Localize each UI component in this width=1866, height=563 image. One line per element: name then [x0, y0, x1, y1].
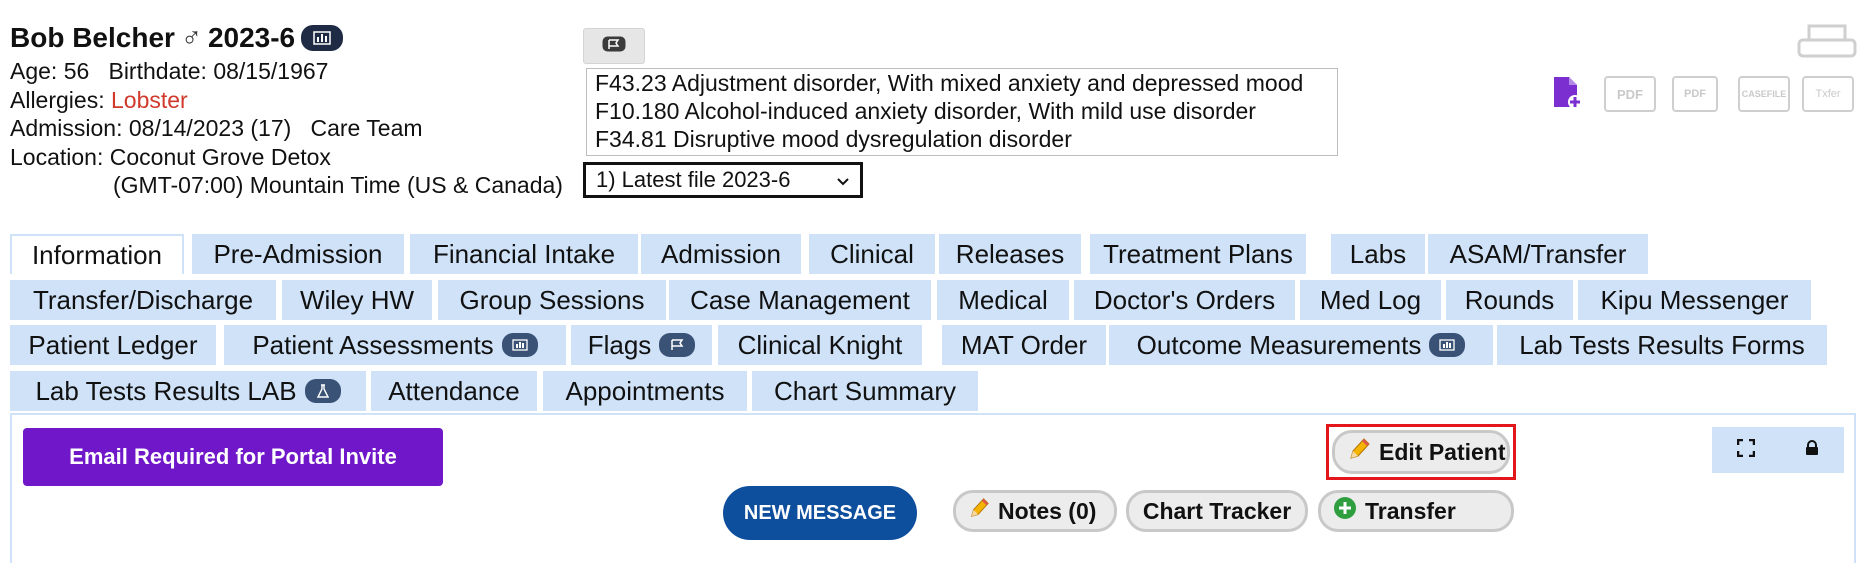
- new-message-button[interactable]: NEW MESSAGE: [723, 486, 917, 540]
- flag-button[interactable]: [583, 28, 645, 64]
- tab-attendance[interactable]: Attendance: [371, 371, 537, 411]
- portal-invite-button[interactable]: Email Required for Portal Invite: [23, 428, 443, 486]
- tab-financial-intake[interactable]: Financial Intake: [410, 234, 638, 274]
- age-birthdate-line: Age: 56 Birthdate: 08/15/1967: [10, 58, 328, 85]
- tab-clinical-knight[interactable]: Clinical Knight: [718, 325, 922, 365]
- tab-labs[interactable]: Labs: [1331, 234, 1425, 274]
- tab-rounds[interactable]: Rounds: [1446, 280, 1573, 320]
- tab-case-management[interactable]: Case Management: [669, 280, 931, 320]
- transfer-label: Transfer: [1365, 497, 1456, 524]
- file-select[interactable]: 1) Latest file 2023-6: [583, 162, 863, 198]
- lock-icon[interactable]: [1805, 439, 1819, 461]
- birthdate-label: Birthdate:: [108, 58, 207, 84]
- tab-patient-ledger[interactable]: Patient Ledger: [10, 325, 216, 365]
- tab-label: Outcome Measurements: [1136, 329, 1422, 360]
- tab-chart-summary[interactable]: Chart Summary: [752, 371, 978, 411]
- tab-clinical[interactable]: Clinical: [809, 234, 935, 274]
- patient-name: Bob Belcher: [10, 22, 175, 53]
- admission-line: Admission: 08/14/2023 (17) Care Team: [10, 115, 423, 142]
- tab-admission[interactable]: Admission: [641, 234, 801, 274]
- notes-label: Notes (0): [998, 497, 1097, 524]
- patient-header: Bob Belcher ♂ 2023-6: [10, 22, 344, 54]
- tab-pre-admission[interactable]: Pre-Admission: [192, 234, 404, 274]
- tab-patient-assessments[interactable]: Patient Assessments: [224, 325, 566, 365]
- timezone-value: (GMT-07:00) Mountain Time (US & Canada): [113, 172, 563, 198]
- transfer-button[interactable]: Transfer: [1318, 490, 1514, 532]
- age-label: Age:: [10, 58, 58, 84]
- location-label: Location:: [10, 144, 104, 170]
- pencil-icon: [968, 496, 990, 526]
- admission-value: 08/14/2023 (17): [128, 115, 292, 141]
- age-value: 56: [63, 58, 90, 84]
- location-line: Location: Coconut Grove Detox: [10, 144, 331, 171]
- birthdate-value: 08/15/1967: [213, 58, 329, 84]
- diagnosis-list: F43.23 Adjustment disorder, With mixed a…: [586, 68, 1338, 156]
- chevron-down-icon: [836, 167, 850, 193]
- chart-tracker-label: Chart Tracker: [1142, 497, 1292, 524]
- allergies-line: Allergies: Lobster: [10, 87, 188, 114]
- chart-tracker-button[interactable]: Chart Tracker: [1126, 490, 1308, 532]
- expand-icon[interactable]: [1736, 438, 1756, 462]
- bar-chart-icon: [501, 333, 538, 357]
- pdf-icon[interactable]: PDF: [1604, 76, 1656, 112]
- edit-patient-button[interactable]: Edit Patient: [1332, 430, 1510, 474]
- bar-chart-icon[interactable]: [301, 25, 344, 51]
- tab-appointments[interactable]: Appointments: [543, 371, 747, 411]
- notes-button[interactable]: Notes (0): [953, 490, 1117, 532]
- flag-icon: [659, 333, 696, 357]
- diagnosis-item: F43.23 Adjustment disorder, With mixed a…: [595, 70, 1304, 96]
- tab-medical[interactable]: Medical: [937, 280, 1069, 320]
- tab-mat-order[interactable]: MAT Order: [942, 325, 1106, 365]
- tab-label: Flags: [587, 329, 652, 360]
- diagnosis-item: F34.81 Disruptive mood dysregulation dis…: [595, 126, 1072, 152]
- new-document-icon[interactable]: [1551, 76, 1583, 115]
- tab-kipu-messenger[interactable]: Kipu Messenger: [1578, 280, 1811, 320]
- panel-controls: [1712, 427, 1844, 473]
- allergies-value: Lobster: [111, 87, 188, 113]
- tab-doctors-orders[interactable]: Doctor's Orders: [1074, 280, 1295, 320]
- print-icon[interactable]: [1797, 24, 1857, 65]
- tab-wiley-hw[interactable]: Wiley HW: [282, 280, 432, 320]
- edit-patient-label: Edit Patient: [1379, 438, 1506, 465]
- pencil-icon: [1347, 436, 1371, 468]
- flag-icon: [602, 36, 626, 57]
- diagnosis-item: F10.180 Alcohol-induced anxiety disorder…: [595, 98, 1256, 124]
- allergies-label: Allergies:: [10, 87, 105, 113]
- tab-lab-tests-results-forms[interactable]: Lab Tests Results Forms: [1497, 325, 1827, 365]
- tab-asam-transfer[interactable]: ASAM/Transfer: [1428, 234, 1648, 274]
- tab-flags[interactable]: Flags: [571, 325, 712, 365]
- location-value: Coconut Grove Detox: [109, 144, 331, 170]
- tab-outcome-measurements[interactable]: Outcome Measurements: [1109, 325, 1493, 365]
- tab-lab-tests-results-lab[interactable]: Lab Tests Results LAB: [10, 371, 366, 411]
- bar-chart-icon: [1429, 333, 1466, 357]
- gender-symbol: ♂: [180, 22, 202, 53]
- add-circle-icon: [1333, 496, 1357, 526]
- admission-label: Admission:: [10, 115, 123, 141]
- tab-label: Lab Tests Results LAB: [35, 375, 297, 406]
- care-team-link[interactable]: Care Team: [310, 115, 422, 141]
- tab-med-log[interactable]: Med Log: [1300, 280, 1441, 320]
- tab-group-sessions[interactable]: Group Sessions: [438, 280, 666, 320]
- tab-transfer-discharge[interactable]: Transfer/Discharge: [10, 280, 276, 320]
- txfer-icon[interactable]: Txfer: [1802, 76, 1854, 112]
- patient-file-id: 2023-6: [207, 22, 296, 53]
- tab-label: Patient Assessments: [252, 329, 494, 360]
- file-select-value: 1) Latest file 2023-6: [596, 167, 791, 192]
- casefile-icon[interactable]: CASEFILE: [1738, 76, 1790, 112]
- tab-treatment-plans[interactable]: Treatment Plans: [1090, 234, 1306, 274]
- flask-icon: [304, 379, 341, 403]
- pdf-stack-icon[interactable]: PDF: [1672, 76, 1718, 112]
- tab-releases[interactable]: Releases: [939, 234, 1081, 274]
- tab-information[interactable]: Information: [10, 234, 184, 274]
